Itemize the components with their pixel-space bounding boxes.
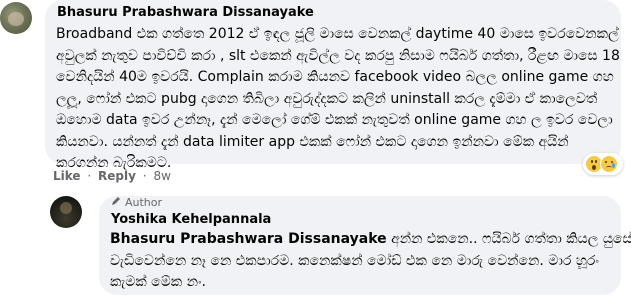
comment-line: ලලූ, ෆෝන් එකට pubg දාගෙන තිබිලා අවුරුද්ද…: [56, 90, 598, 107]
commenter-avatar[interactable]: [0, 2, 32, 34]
reply-author-name[interactable]: Yoshika Kehelpannala: [111, 212, 271, 227]
separator: ·: [87, 169, 92, 183]
author-badge: Author: [111, 196, 162, 209]
separator: ·: [142, 169, 147, 183]
comment-line: Broadband එක ගත්තෙ 2012 ඒ ඉඳල ජූලි මාසෙ …: [56, 26, 619, 42]
comment-line: අවුලක් නැතුව පාවිච්චි කරා , slt එකෙන් ඇව…: [56, 47, 620, 64]
author-badge-label: Author: [125, 196, 163, 209]
comment-author-name[interactable]: Bhasuru Prabashwara Dissanayake: [57, 5, 314, 20]
reply-line: Bhasuru Prabashwara Dissanayake අන්න එකන…: [110, 229, 631, 251]
reply-button[interactable]: Reply: [98, 169, 136, 183]
sad-emoji-icon: [600, 155, 618, 173]
comment-line: ඔහොම data ඉවර උන්නෑ, දැන් මෙලෝ ගේම් එකක්…: [56, 112, 613, 128]
comment-actions: Like · Reply · 8w: [53, 169, 171, 183]
comment-text: Broadband එක ගත්තෙ 2012 ඒ ඉඳල ජූලි මාසෙ …: [56, 24, 620, 175]
comment-timestamp[interactable]: 8w: [153, 169, 170, 183]
author-avatar[interactable]: [50, 196, 82, 228]
comment-line: කියනවා. යන්නත් දැන් data limiter app එකක…: [56, 133, 569, 150]
reply-line: වැඩිවෙන්නෙ නෑ නෙ එකපාරම. කනෙක්ෂන් මෝඩ් එ…: [110, 252, 599, 269]
like-button[interactable]: Like: [53, 169, 81, 183]
comment-line: වෙනිදයින් 40ම ඉවරයි. Complain කරාම කියනව…: [56, 69, 614, 85]
mention-tag[interactable]: Bhasuru Prabashwara Dissanayake: [110, 231, 387, 247]
reaction-summary[interactable]: [583, 153, 623, 175]
pen-icon: [111, 196, 121, 209]
reply-line-rest: අන්න එකනෙ.. ෆයිබර් ගත්තා කියල යුසේජ්: [386, 231, 631, 247]
reply-text: Bhasuru Prabashwara Dissanayake අන්න එකන…: [110, 229, 631, 294]
reply-line: කැමක් මේක නං.: [110, 274, 206, 290]
